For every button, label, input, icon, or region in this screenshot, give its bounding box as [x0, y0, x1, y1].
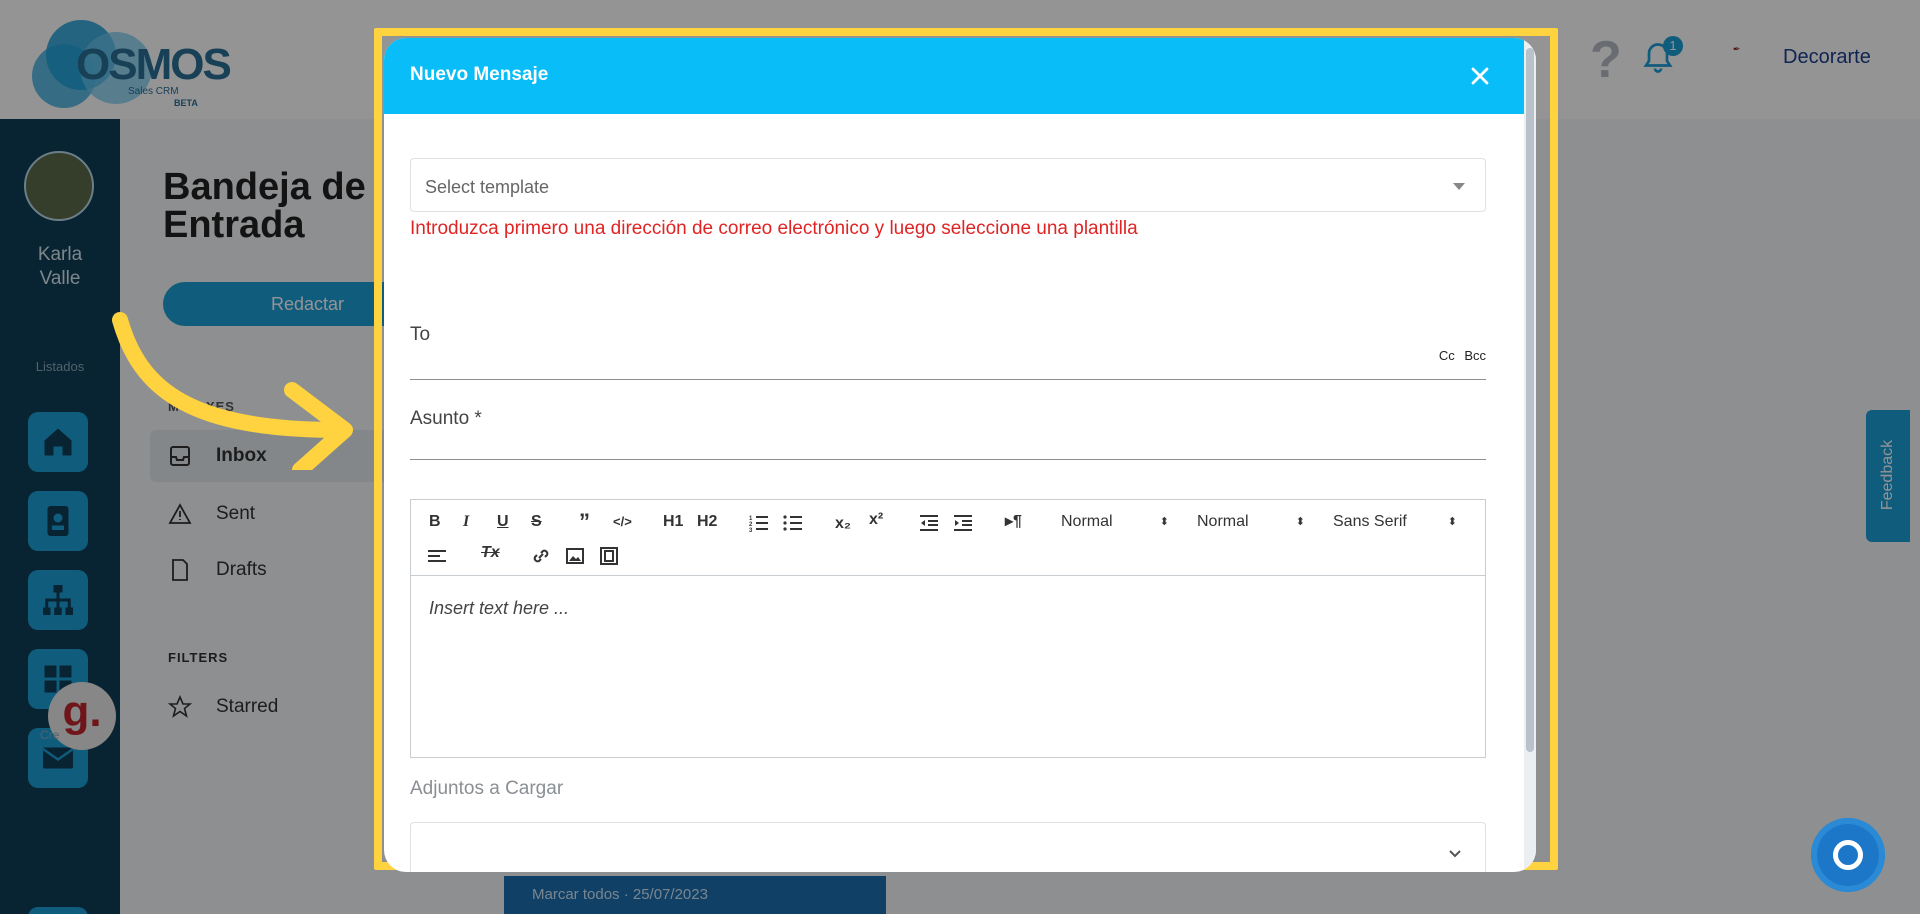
underline-button[interactable]: U [497, 511, 509, 533]
template-select[interactable]: Select template [410, 158, 1486, 212]
bcc-toggle[interactable]: Bcc [1464, 348, 1486, 363]
chevron-down-icon [1449, 850, 1461, 858]
dropdown-caret-icon [1453, 183, 1465, 190]
chat-launcher-icon[interactable] [1811, 818, 1885, 892]
cc-toggle[interactable]: Cc [1439, 348, 1455, 363]
align-icon[interactable] [427, 545, 447, 567]
rich-text-editor: B I U S ” </> H1 H2 123 x₂ x² ▸¶ Normal ⬍… [410, 499, 1486, 758]
pilcrow-label: ¶ [1013, 513, 1022, 530]
to-label: To [410, 324, 431, 345]
h1-button[interactable]: H1 [663, 511, 683, 533]
updown-icon: ⬍ [1159, 516, 1169, 528]
image-icon[interactable] [565, 545, 585, 567]
h2-button[interactable]: H2 [697, 511, 717, 533]
editor-toolbar: B I U S ” </> H1 H2 123 x₂ x² ▸¶ Normal ⬍… [411, 500, 1485, 576]
superscript-button[interactable]: x² [869, 509, 883, 531]
updown-icon: ⬍ [1447, 516, 1457, 528]
size-select[interactable]: Normal ⬍ [1061, 511, 1169, 533]
font-select[interactable]: Sans Serif ⬍ [1333, 511, 1457, 533]
scrollbar-thumb[interactable] [1526, 48, 1534, 752]
outdent-icon[interactable] [919, 512, 939, 534]
video-icon[interactable] [599, 545, 619, 567]
close-icon[interactable] [1466, 62, 1494, 90]
text-direction-button[interactable]: ▸¶ [1005, 511, 1022, 533]
link-icon[interactable] [531, 545, 551, 567]
font-select-value: Sans Serif [1333, 513, 1407, 530]
modal-header: Nuevo Mensaje [384, 38, 1524, 114]
size-select-value: Normal [1061, 513, 1113, 530]
modal-title: Nuevo Mensaje [410, 64, 549, 85]
subscript-button[interactable]: x₂ [835, 513, 851, 535]
attachments-dropdown[interactable] [410, 822, 1486, 872]
updown-icon: ⬍ [1295, 516, 1305, 528]
attachments-label: Adjuntos a Cargar [410, 778, 564, 799]
italic-button[interactable]: I [463, 511, 469, 533]
template-warning: Introduzca primero una dirección de corr… [410, 218, 1138, 239]
indent-icon[interactable] [953, 512, 973, 534]
header-select[interactable]: Normal ⬍ [1197, 511, 1305, 533]
to-field[interactable]: To Cc Bcc [410, 324, 1486, 380]
ordered-list-icon[interactable]: 123 [749, 512, 769, 534]
strike-button[interactable]: S [531, 511, 542, 533]
bullet-list-icon[interactable] [783, 512, 803, 534]
svg-text:3: 3 [749, 528, 753, 534]
new-message-modal: Nuevo Mensaje Select template Introduzca… [384, 38, 1536, 872]
subject-field[interactable]: Asunto * [410, 408, 1486, 460]
blockquote-button[interactable]: ” [579, 511, 590, 533]
subject-label: Asunto * [410, 408, 482, 429]
template-select-placeholder: Select template [425, 177, 550, 197]
clear-format-button[interactable]: Tx [481, 542, 500, 564]
editor-body-placeholder[interactable]: Insert text here ... [429, 598, 569, 619]
code-block-button[interactable]: </> [613, 511, 632, 533]
curved-arrow-icon [112, 312, 353, 470]
bold-button[interactable]: B [429, 511, 441, 533]
cc-bcc-toggles: Cc Bcc [1439, 348, 1486, 363]
header-select-value: Normal [1197, 513, 1249, 530]
